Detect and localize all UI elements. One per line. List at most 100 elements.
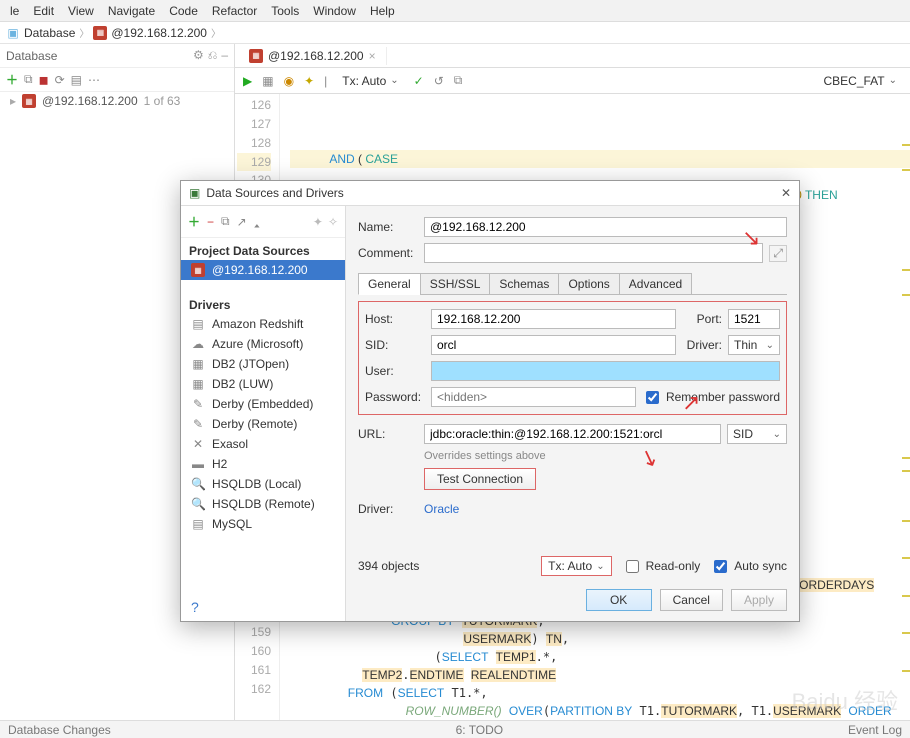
apply-button[interactable]: Apply <box>731 589 787 611</box>
tree-row-connection[interactable]: ▸ ▦ @192.168.12.200 1 of 63 <box>0 92 234 110</box>
tree-count: 1 of 63 <box>144 94 181 108</box>
tab-options[interactable]: Options <box>558 273 619 295</box>
autosync-checkbox[interactable]: Auto sync <box>710 557 787 576</box>
tab-ssh[interactable]: SSH/SSL <box>420 273 491 295</box>
tab-general[interactable]: General <box>358 273 421 295</box>
run-icon[interactable]: ▶ <box>243 74 252 88</box>
refresh-icon[interactable]: ⟳ <box>55 73 65 87</box>
filter-icon[interactable]: ▤ <box>71 73 82 87</box>
driver-icon: ▦ <box>191 377 205 391</box>
test-connection-button[interactable]: Test Connection <box>424 468 536 490</box>
explain-icon[interactable]: ✦ <box>304 74 314 88</box>
chevron-right-icon: 〉 <box>211 25 221 40</box>
add-icon[interactable]: ＋ <box>6 71 18 88</box>
status-event-log[interactable]: Event Log <box>848 723 902 737</box>
driver-item[interactable]: 🔍HSQLDB (Local) <box>181 474 345 494</box>
add-icon[interactable]: ＋ <box>188 213 200 230</box>
menu-window[interactable]: Window <box>307 3 362 19</box>
editor-tab[interactable]: ▦ @192.168.12.200 × <box>239 47 387 65</box>
url-field[interactable] <box>424 424 721 444</box>
dialog-form: Name: Comment: ⤢ General SSH/SSL Schemas… <box>346 206 799 621</box>
close-icon[interactable]: ✕ <box>781 186 791 200</box>
gear-icon[interactable]: ⚙ <box>193 48 204 63</box>
driver-item[interactable]: ▬H2 <box>181 454 345 474</box>
driver-item[interactable]: ▤Amazon Redshift <box>181 314 345 334</box>
more-icon[interactable]: ⋯ <box>88 73 100 87</box>
driver-item[interactable]: ✎Derby (Embedded) <box>181 394 345 414</box>
label-port: Port: <box>682 312 722 326</box>
crumb-connection[interactable]: @192.168.12.200 <box>111 26 207 40</box>
stop-icon[interactable]: ◼ <box>39 73 49 87</box>
menu-edit[interactable]: Edit <box>27 3 60 19</box>
cancel-button[interactable]: Cancel <box>660 589 723 611</box>
expand-icon[interactable]: ⤢ <box>769 245 787 262</box>
driver-link[interactable]: Oracle <box>424 502 459 516</box>
host-field[interactable] <box>431 309 676 329</box>
driver-icon: ▤ <box>191 517 205 531</box>
tab-schemas[interactable]: Schemas <box>489 273 559 295</box>
help-icon[interactable]: ? <box>181 593 345 621</box>
menu-file[interactable]: le <box>4 3 25 19</box>
collapse-icon[interactable]: ⎌ <box>208 48 218 63</box>
menu-help[interactable]: Help <box>364 3 401 19</box>
driver-item[interactable]: ✕Exasol <box>181 434 345 454</box>
menu-navigate[interactable]: Navigate <box>102 3 161 19</box>
menu-tools[interactable]: Tools <box>265 3 305 19</box>
editor-tab-label: @192.168.12.200 <box>268 49 364 63</box>
password-field[interactable] <box>431 387 636 407</box>
schema-combo[interactable]: CBEC_FAT <box>818 71 902 91</box>
tx-combo[interactable]: Tx: Auto <box>541 556 611 576</box>
wrench-icon[interactable]: ↗ <box>237 215 247 229</box>
driver-item[interactable]: ☁Azure (Microsoft) <box>181 334 345 354</box>
user-field[interactable] <box>431 361 780 381</box>
driver-icon: ✕ <box>191 437 205 451</box>
menu-code[interactable]: Code <box>163 3 204 19</box>
close-icon[interactable]: × <box>369 49 376 63</box>
tab-advanced[interactable]: Advanced <box>619 273 692 295</box>
driver-item[interactable]: ▤MySQL <box>181 514 345 534</box>
menu-view[interactable]: View <box>62 3 100 19</box>
status-todo[interactable]: 6: TODO <box>456 723 504 737</box>
driver-mode-combo[interactable]: Thin <box>728 335 780 355</box>
menu-refactor[interactable]: Refactor <box>206 3 263 19</box>
remove-icon[interactable]: − <box>207 215 214 229</box>
minimize-icon[interactable]: – <box>221 48 228 63</box>
commit-icon[interactable]: ✓ <box>414 74 424 88</box>
sid-field[interactable] <box>431 335 676 355</box>
rollback-icon[interactable]: ↺ <box>434 74 444 88</box>
name-field[interactable] <box>424 217 787 237</box>
expand-icon[interactable]: ✧ <box>328 215 338 229</box>
driver-item[interactable]: ▦DB2 (JTOpen) <box>181 354 345 374</box>
copy-icon[interactable]: ⧉ <box>221 214 230 229</box>
driver-icon: ▦ <box>191 357 205 371</box>
driver-item[interactable]: ▦DB2 (LUW) <box>181 374 345 394</box>
dialog-sidebar: ＋ − ⧉ ↗ 🢑 ✦ ✧ Project Data Sources ▦ @19… <box>181 206 346 621</box>
remember-password-checkbox[interactable]: Remember password <box>642 388 780 407</box>
readonly-checkbox[interactable]: Read-only <box>622 557 701 576</box>
triangle-right-icon: ▸ <box>10 94 16 108</box>
overview-stripe[interactable] <box>900 94 910 720</box>
comment-field[interactable] <box>424 243 763 263</box>
collapse-icon[interactable]: ✦ <box>313 215 323 229</box>
copy-icon[interactable]: ⧉ <box>24 72 33 87</box>
section-project-ds: Project Data Sources <box>181 238 345 260</box>
url-mode-combo[interactable]: SID <box>727 424 787 444</box>
import-icon[interactable]: 🢑 <box>254 211 261 232</box>
tx-mode-combo[interactable]: Tx: Auto <box>337 71 403 91</box>
database-icon: ▦ <box>191 263 205 277</box>
label-password: Password: <box>365 390 425 404</box>
ok-button[interactable]: OK <box>586 589 652 611</box>
chevron-right-icon: 〉 <box>79 25 89 40</box>
database-icon: ▦ <box>93 26 107 40</box>
status-db-changes[interactable]: Database Changes <box>8 723 111 737</box>
stop-run-icon[interactable]: ◉ <box>284 74 294 88</box>
crumb-database[interactable]: Database <box>24 26 75 40</box>
driver-item[interactable]: 🔍HSQLDB (Remote) <box>181 494 345 514</box>
run-config-icon[interactable]: ▦ <box>262 74 273 88</box>
port-field[interactable] <box>728 309 780 329</box>
ds-item-selected[interactable]: ▦ @192.168.12.200 <box>181 260 345 280</box>
driver-item[interactable]: ✎Derby (Remote) <box>181 414 345 434</box>
history-icon[interactable]: ⧉ <box>454 73 463 88</box>
database-icon: ▦ <box>22 94 36 108</box>
overrides-note: Overrides settings above <box>424 450 546 462</box>
